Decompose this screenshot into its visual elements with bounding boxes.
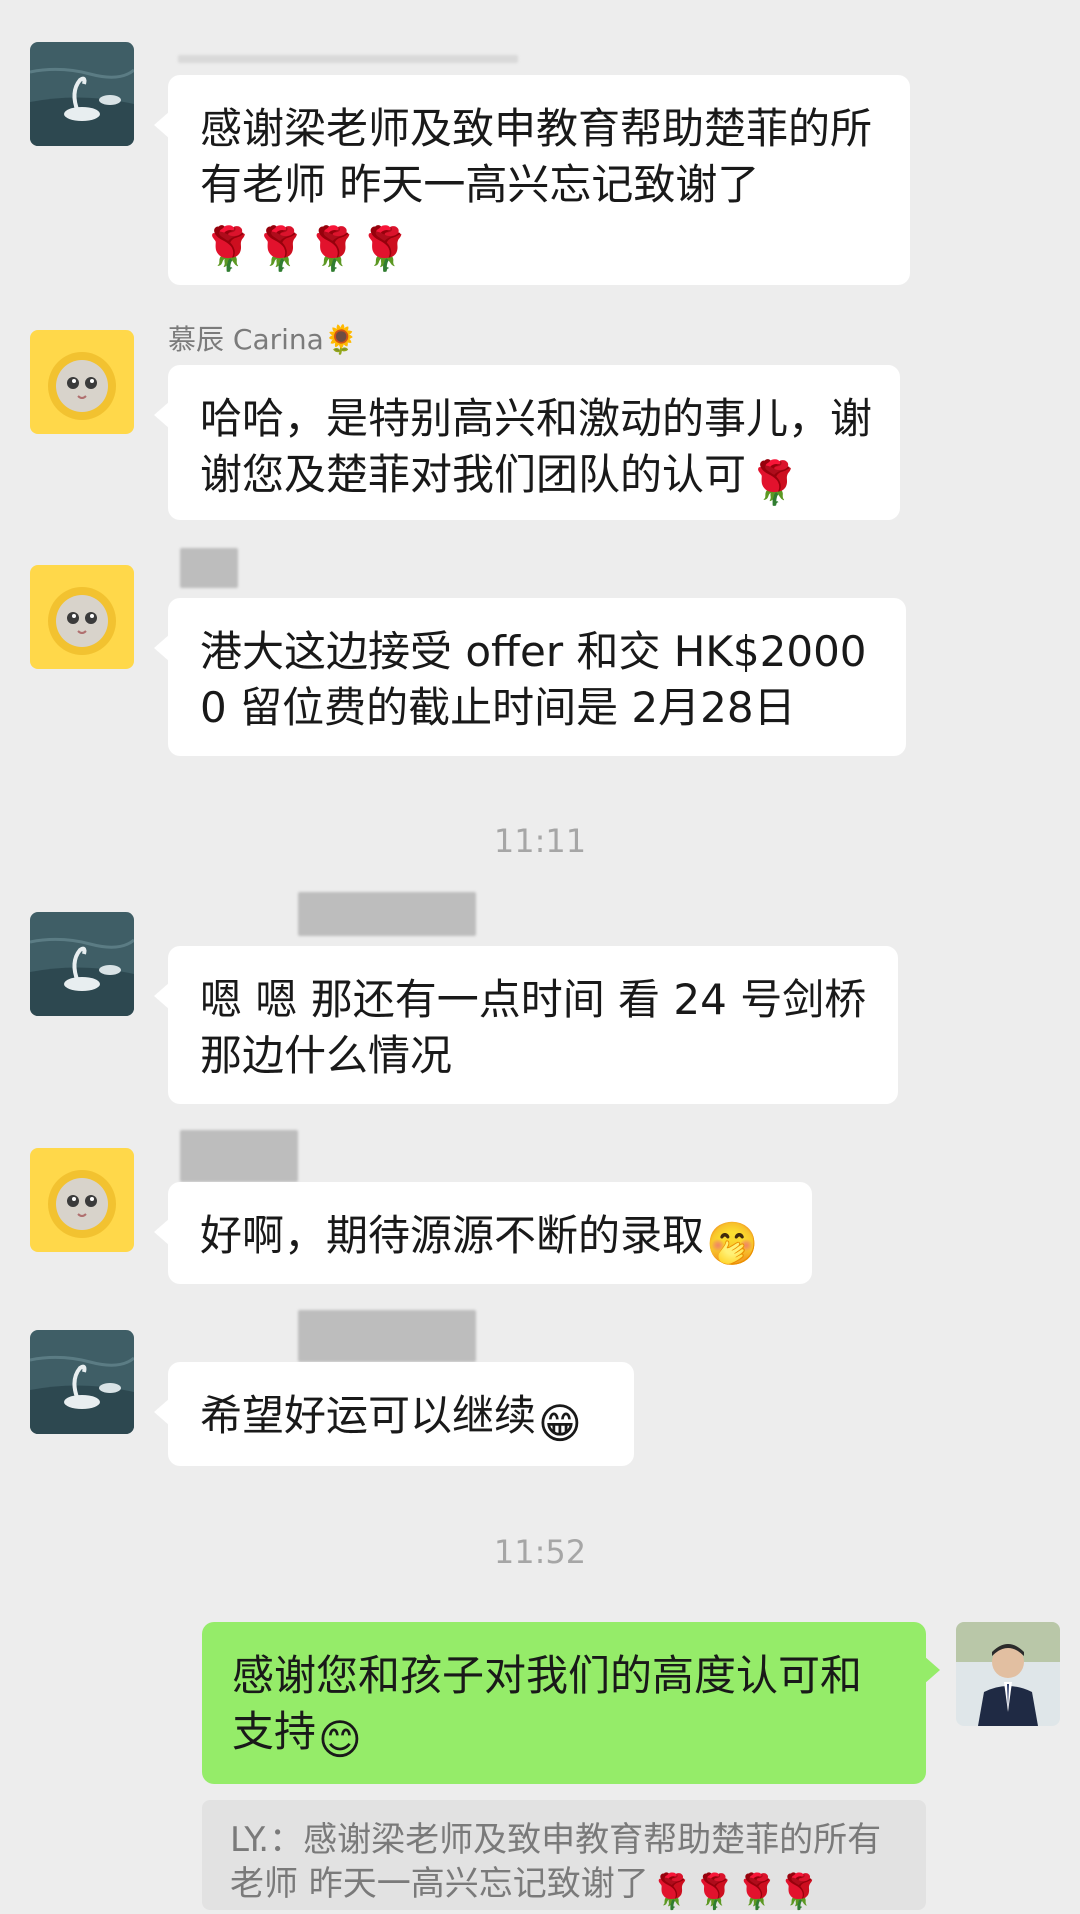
quoted-message[interactable]: LY.：感谢梁老师及致申教育帮助楚菲的所有老师 昨天一高兴忘记致谢了🌹🌹🌹🌹 [202,1800,926,1912]
message-text: 港大这边接受 offer 和交 HK$20000 留位费的截止时间是 2月28日 [200,627,867,732]
message-bubble[interactable]: 港大这边接受 offer 和交 HK$20000 留位费的截止时间是 2月28日 [154,598,906,756]
redacted-sender-name [298,1310,476,1362]
message-bubble[interactable]: 嗯 嗯 那还有一点时间 看 24 号剑桥那边什么情况 [154,946,898,1104]
smile-emoji: 😊 [318,1715,362,1764]
message-text: 嗯 嗯 那还有一点时间 看 24 号剑桥那边什么情况 [200,975,867,1080]
swan-avatar[interactable] [30,42,134,146]
face-emoji: 🤭 [706,1219,759,1268]
message-text: 感谢梁老师及致申教育帮助楚菲的所有老师 昨天一高兴忘记致谢了 [200,104,873,209]
timestamp: 11:11 [493,822,587,860]
message-bubble[interactable]: 哈哈，是特别高兴和激动的事儿，谢谢您及楚菲对我们团队的认可🌹 [154,365,900,520]
redacted-sender-name [180,1130,298,1182]
rose-emoji: 🌹🌹🌹🌹 [650,1872,821,1912]
rose-emoji: 🌹🌹🌹🌹 [202,224,412,273]
cat-avatar[interactable] [30,565,134,669]
chat-area: 感谢梁老师及致申教育帮助楚菲的所有老师 昨天一高兴忘记致谢了 🌹🌹🌹🌹 慕辰 Ca… [0,0,1080,1912]
redacted-sender-name [180,548,238,588]
cat-avatar[interactable] [30,1148,134,1252]
redacted-sender-name [178,55,518,63]
outgoing-message-bubble[interactable]: 感谢您和孩子对我们的高度认可和支持😊 [202,1622,940,1784]
message-text: 好啊，期待源源不断的录取 [200,1211,705,1260]
grin-emoji: 😁 [538,1399,582,1448]
sender-name: 慕辰 Carina🌻 [168,323,359,356]
cat-avatar[interactable] [30,330,134,434]
user-avatar[interactable] [956,1622,1060,1726]
timestamp: 11:52 [493,1533,587,1571]
redacted-sender-name [298,892,476,936]
message-bubble[interactable]: 希望好运可以继续😁 [154,1362,634,1466]
swan-avatar[interactable] [30,912,134,1016]
swan-avatar[interactable] [30,1330,134,1434]
rose-emoji: 🌹 [748,458,801,507]
message-text: 希望好运可以继续 [200,1391,537,1440]
message-bubble[interactable]: 感谢梁老师及致申教育帮助楚菲的所有老师 昨天一高兴忘记致谢了 🌹🌹🌹🌹 [154,75,910,285]
message-bubble[interactable]: 好啊，期待源源不断的录取🤭 [154,1182,812,1284]
